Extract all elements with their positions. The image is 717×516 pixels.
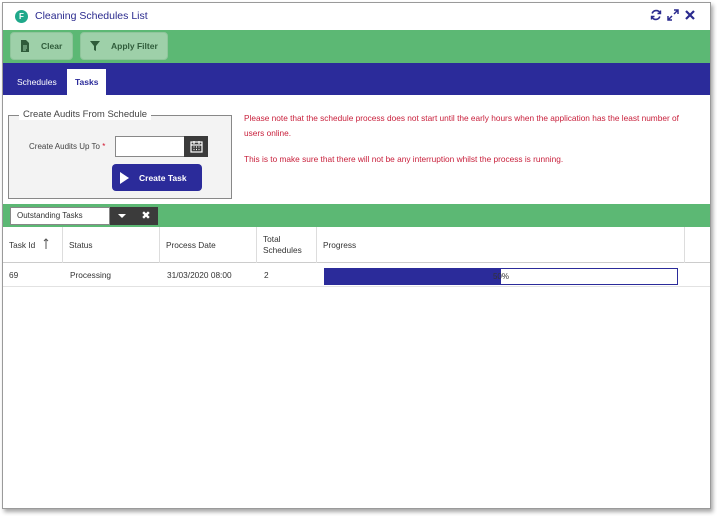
interruption-notice: This is to make sure that there will not…: [244, 154, 564, 164]
column-header-task-id[interactable]: Task Id: [3, 227, 63, 263]
task-filter-select[interactable]: Outstanding Tasks: [10, 207, 110, 225]
create-audits-label: Create Audits Up To *: [29, 142, 105, 151]
calendar-icon: [190, 140, 203, 155]
cell-task-id: 69: [9, 270, 19, 280]
progress-bar: 50%: [324, 268, 678, 285]
column-header-status[interactable]: Status: [63, 227, 160, 263]
task-id-header-label: Task Id: [9, 240, 36, 250]
column-header-process-date[interactable]: Process Date: [160, 227, 257, 263]
tab-tasks[interactable]: Tasks: [67, 69, 107, 95]
play-icon: [120, 171, 129, 184]
toolbar: Clear Apply Filter: [3, 30, 710, 63]
close-icon[interactable]: [684, 9, 696, 23]
window-title: Cleaning Schedules List: [35, 10, 148, 22]
grid-filter-bar: Outstanding Tasks ✖: [3, 204, 710, 227]
grid-header: Task Id Status Process Date Total Schedu…: [3, 227, 710, 263]
column-header-total-schedules[interactable]: Total Schedules: [257, 227, 317, 263]
filter-dropdown-button[interactable]: [110, 207, 134, 225]
create-audits-fieldset: Create Audits From Schedule Create Audit…: [8, 109, 232, 199]
calendar-button[interactable]: [184, 136, 208, 157]
schedule-notice: Please note that the schedule process do…: [244, 113, 679, 138]
cell-process-date: 31/03/2020 08:00: [167, 270, 232, 280]
progress-text: 50%: [492, 272, 509, 281]
column-header-progress[interactable]: Progress: [317, 227, 685, 263]
cell-total-schedules: 2: [264, 270, 269, 280]
create-task-label: Create Task: [139, 172, 187, 183]
required-marker: *: [102, 142, 106, 151]
maximize-icon[interactable]: [667, 9, 679, 23]
audit-date-input[interactable]: [115, 136, 185, 157]
create-task-button[interactable]: Create Task: [112, 164, 202, 191]
table-row[interactable]: 69 Processing 31/03/2020 08:00 2 50%: [3, 263, 710, 287]
close-icon: ✖: [141, 210, 151, 222]
cleaning-schedules-window: F Cleaning Schedules List Clear Apply Fi…: [2, 2, 711, 509]
clear-button-label: Clear: [41, 41, 63, 51]
title-bar: F Cleaning Schedules List: [3, 3, 710, 30]
create-audits-label-text: Create Audits Up To: [29, 142, 101, 151]
document-icon: [19, 40, 31, 52]
fieldset-legend: Create Audits From Schedule: [19, 109, 152, 120]
tab-schedules[interactable]: Schedules: [9, 69, 65, 95]
chevron-down-icon: [118, 214, 126, 218]
app-logo-icon: F: [15, 10, 28, 23]
refresh-icon[interactable]: [650, 9, 662, 23]
sort-ascending-icon: [43, 238, 49, 252]
window-controls: [650, 9, 696, 23]
tab-bar: Schedules Tasks: [3, 63, 710, 95]
filter-icon: [89, 40, 101, 52]
apply-filter-button[interactable]: Apply Filter: [80, 32, 168, 60]
clear-button[interactable]: Clear: [10, 32, 73, 60]
apply-filter-label: Apply Filter: [111, 41, 158, 51]
cell-status: Processing: [70, 270, 112, 280]
filter-clear-button[interactable]: ✖: [134, 207, 158, 225]
